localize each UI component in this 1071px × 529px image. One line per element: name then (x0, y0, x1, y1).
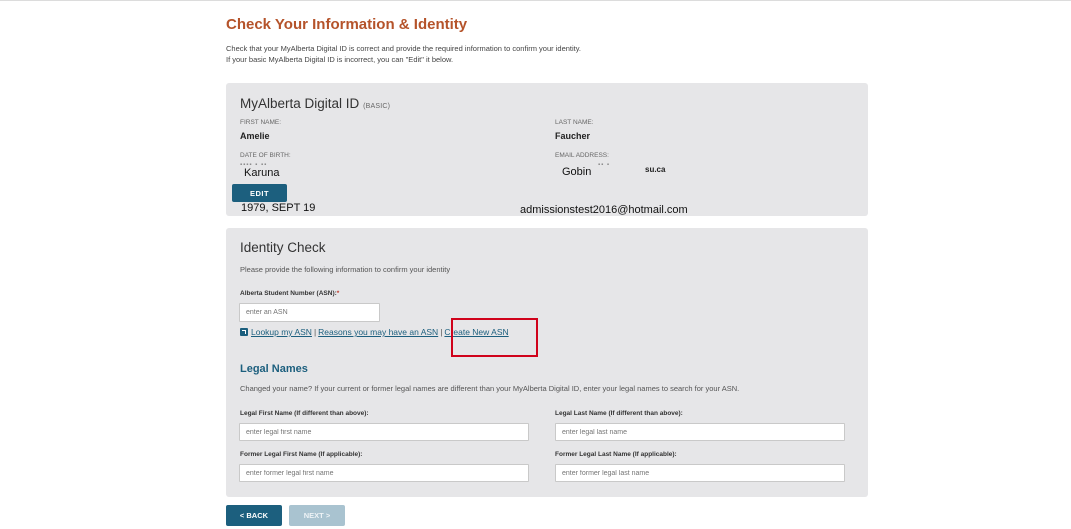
top-divider (0, 0, 1071, 1)
overlay-first-name: Karuna (244, 167, 280, 179)
page-intro: Check that your MyAlberta Digital ID is … (226, 43, 581, 65)
identity-check-heading: Identity Check (240, 240, 326, 255)
legal-last-name-input[interactable] (555, 423, 845, 441)
intro-line-2: If your basic MyAlberta Digital ID is in… (226, 55, 454, 64)
digital-id-heading: MyAlberta Digital ID (BASIC) (240, 96, 390, 111)
asn-input[interactable] (239, 303, 380, 322)
intro-line-1: Check that your MyAlberta Digital ID is … (226, 44, 582, 53)
legal-last-label: Legal Last Name (If different than above… (555, 410, 683, 417)
first-name-label: FIRST NAME: (240, 119, 282, 126)
former-last-name-input[interactable] (555, 464, 845, 482)
former-first-label: Former Legal First Name (If applicable): (240, 451, 363, 458)
link-separator: | (440, 327, 443, 337)
create-asn-highlight (451, 318, 538, 357)
link-separator: | (313, 327, 317, 337)
overlay-dob: 1979, SEPT 19 (241, 202, 316, 214)
dob-label: DATE OF BIRTH: (240, 152, 291, 159)
next-button[interactable]: NEXT > (289, 505, 345, 526)
overlay-email: admissionstest2016@hotmail.com (520, 204, 688, 216)
reasons-asn-link[interactable]: Reasons you may have an ASN (318, 327, 438, 337)
digital-id-heading-text: MyAlberta Digital ID (240, 96, 360, 111)
digital-id-heading-tag: (BASIC) (363, 103, 391, 110)
email-partial: su.ca (645, 165, 666, 174)
last-name-label: LAST NAME: (555, 119, 594, 126)
obscured-email: ▪▪ ▪ (598, 162, 611, 168)
lookup-asn-link[interactable]: Lookup my ASN (251, 327, 312, 337)
former-last-label: Former Legal Last Name (If applicable): (555, 451, 677, 458)
edit-button[interactable]: EDIT (232, 184, 287, 202)
legal-first-label: Legal First Name (If different than abov… (240, 410, 369, 417)
external-link-icon (240, 328, 248, 336)
page-title: Check Your Information & Identity (226, 16, 468, 33)
identity-check-description: Please provide the following information… (240, 265, 451, 274)
back-button[interactable]: < BACK (226, 505, 282, 526)
legal-names-heading: Legal Names (240, 363, 308, 375)
overlay-last-name: Gobin (562, 166, 592, 178)
asn-label: Alberta Student Number (ASN):* (240, 290, 339, 297)
legal-names-description: Changed your name? If your current or fo… (240, 384, 740, 393)
first-name-value: Amelie (240, 131, 270, 141)
required-marker: * (336, 290, 340, 297)
legal-first-name-input[interactable] (239, 423, 529, 441)
asn-label-text: Alberta Student Number (ASN): (240, 290, 337, 297)
former-first-name-input[interactable] (239, 464, 529, 482)
last-name-value: Faucher (555, 131, 591, 141)
email-label: EMAIL ADDRESS: (555, 152, 609, 159)
